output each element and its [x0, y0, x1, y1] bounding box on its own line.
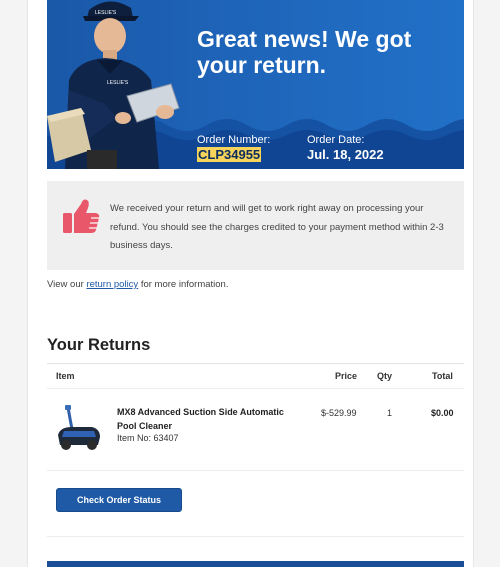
pool-cleaner-image	[58, 405, 100, 450]
cap-logo: LESLIE'S	[95, 10, 117, 16]
order-number-label: Order Number:	[197, 134, 271, 146]
product-total: $0.00	[431, 408, 454, 418]
order-date-label: Order Date:	[307, 134, 365, 146]
divider	[47, 536, 464, 537]
policy-suffix: for more information.	[138, 279, 229, 290]
product-name: MX8 Advanced Suction Side Automatic Pool…	[117, 407, 284, 431]
product-item-number: Item No: 63407	[117, 433, 179, 443]
policy-prefix: View our	[47, 279, 87, 290]
column-header-price: Price	[335, 371, 358, 381]
thumbs-up-icon	[63, 199, 100, 233]
hero-title-line1: Great news! We got	[197, 26, 412, 52]
check-order-status-button[interactable]: Check Order Status	[56, 488, 182, 512]
hero-title-line2: your return.	[197, 52, 327, 78]
returns-heading: Your Returns	[47, 336, 151, 354]
confirmation-message-box: We received your return and will get to …	[47, 181, 464, 270]
hero-banner: LESLIE'S LESLIE'S Great news! We got you…	[47, 0, 464, 169]
shirt-logo: LESLIE'S	[107, 80, 129, 86]
order-number: CLP34955	[197, 147, 262, 162]
footer-banner	[47, 561, 464, 567]
returns-table-header: Item Price Qty Total	[47, 363, 464, 389]
confirmation-message: We received your return and will get to …	[110, 203, 444, 251]
policy-line: View our return policy for more informat…	[47, 279, 228, 290]
hero-title: Great news! We got your return.	[197, 26, 447, 78]
product-price: $-529.99	[321, 408, 357, 418]
order-date: Jul. 18, 2022	[307, 147, 384, 162]
column-header-qty: Qty	[377, 371, 393, 381]
product-qty: 1	[387, 408, 393, 418]
column-header-total: Total	[432, 371, 453, 381]
email-card: LESLIE'S LESLIE'S Great news! We got you…	[27, 0, 474, 567]
return-policy-link[interactable]: return policy	[86, 279, 138, 290]
employee-photo: LESLIE'S LESLIE'S	[47, 1, 180, 169]
column-header-item: Item	[56, 371, 75, 381]
table-row: MX8 Advanced Suction Side Automatic Pool…	[47, 390, 464, 471]
